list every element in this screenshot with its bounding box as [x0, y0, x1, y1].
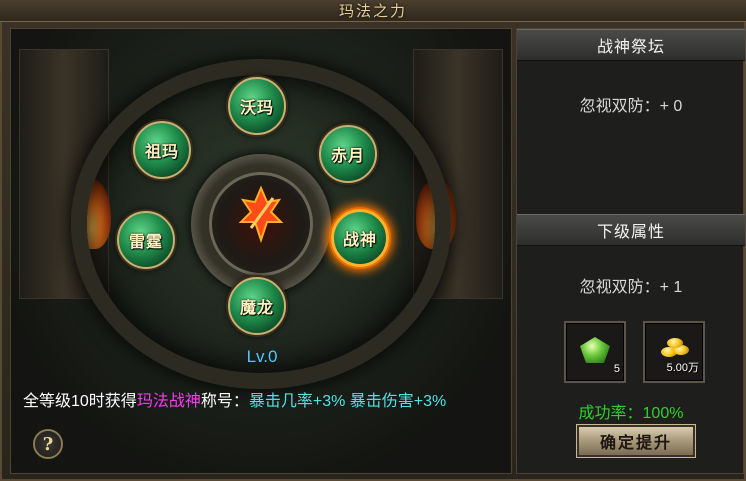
green-gem-icon: [580, 337, 610, 363]
orb-top[interactable]: 沃玛: [228, 77, 286, 135]
orb-bottom-label: 魔龙: [239, 298, 274, 317]
title-bar: 玛法之力: [0, 0, 746, 22]
orb-left[interactable]: 雷霆: [117, 211, 175, 269]
orb-upper-left[interactable]: 祖玛: [133, 121, 191, 179]
current-altar-header: 战神祭坛: [517, 29, 745, 61]
gold-cost-slot[interactable]: 5.00万: [643, 321, 705, 383]
orb-right-active[interactable]: 战神: [331, 209, 389, 267]
orb-right-label: 战神: [342, 230, 377, 249]
upgrade-panel: 战神祭坛 忽视双防：+ 0 下级属性 忽视双防：+ 1 5 5.00万 成功率：…: [516, 28, 745, 474]
desc-mid: 称号：: [200, 393, 249, 410]
desc-prefix: 全等级10时获得: [23, 393, 137, 410]
next-level-header: 下级属性: [517, 214, 745, 246]
next-stat: 忽视双防：+ 1: [579, 279, 683, 296]
gem-count: 5: [613, 363, 620, 375]
war-god-emblem-icon: [236, 179, 286, 249]
orb-upper-left-label: 祖玛: [144, 142, 179, 161]
desc-title-name: 玛法战神: [136, 393, 201, 410]
orb-bottom[interactable]: 魔龙: [228, 277, 286, 335]
orb-left-label: 雷霆: [128, 232, 163, 251]
confirm-upgrade-button[interactable]: 确定提升: [577, 425, 695, 457]
orb-upper-right[interactable]: 赤月: [319, 125, 377, 183]
gold-amount: 5.00万: [666, 362, 699, 374]
success-rate: 成功率：100%: [578, 405, 684, 422]
current-stat: 忽视双防：+ 0: [579, 98, 683, 115]
orb-top-label: 沃玛: [239, 98, 274, 117]
desc-bonus: 暴击几率+3% 暴击伤害+3%: [248, 393, 447, 410]
gem-cost-slot[interactable]: 5: [564, 321, 626, 383]
help-button[interactable]: ?: [33, 429, 63, 459]
altar-panel: 沃玛 祖玛 赤月 雷霆 战神 魔龙 Lv.0 全等级10时获得玛法战神称号：暴击…: [10, 28, 512, 474]
gold-ingot-icon: [657, 335, 695, 361]
reward-description: 全等级10时获得玛法战神称号：暴击几率+3% 暴击伤害+3%: [23, 387, 511, 411]
level-label: Lv.0: [246, 347, 278, 366]
window-title: 玛法之力: [338, 2, 407, 20]
orb-upper-right-label: 赤月: [330, 146, 365, 165]
